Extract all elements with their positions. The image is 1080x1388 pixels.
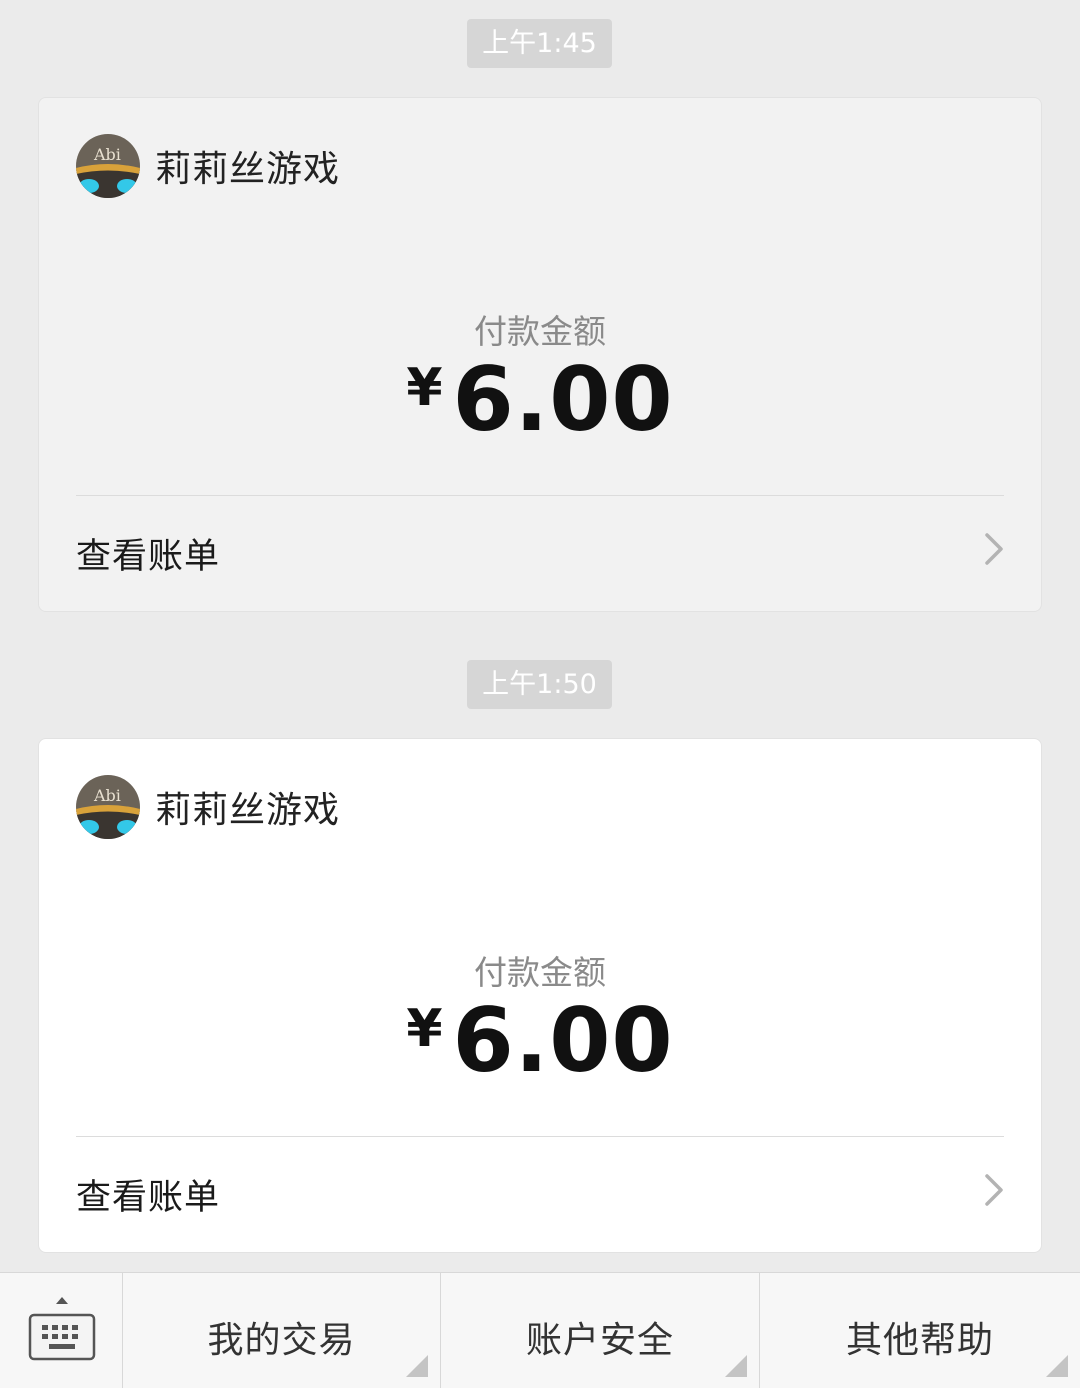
keyboard-toggle-icon bbox=[28, 1297, 96, 1361]
submenu-corner-icon bbox=[1046, 1355, 1068, 1377]
view-bill-label: 查看账单 bbox=[76, 537, 221, 577]
amount-label: 付款金额 bbox=[474, 312, 606, 351]
message-timestamp: 上午1:45 bbox=[467, 19, 612, 68]
currency-symbol: ¥ bbox=[406, 358, 443, 418]
svg-text:Abi: Abi bbox=[93, 786, 121, 805]
payment-amount: ¥6.00 bbox=[39, 989, 1041, 1092]
menu-account-security[interactable]: 账户安全 bbox=[441, 1273, 760, 1388]
view-bill-link[interactable]: 查看账单 bbox=[39, 1137, 1041, 1253]
chevron-right-icon bbox=[985, 533, 1003, 565]
submenu-corner-icon bbox=[406, 1355, 428, 1377]
lilith-games-logo-icon: Abi bbox=[76, 134, 140, 198]
svg-text:Abi: Abi bbox=[93, 145, 121, 164]
menu-other-help[interactable]: 其他帮助 bbox=[760, 1273, 1080, 1388]
payment-chat-screen: 上午1:45 Abi 莉莉丝游戏 付款金额 ¥6.00 查看账单 上午1:50 … bbox=[0, 0, 1080, 1388]
view-bill-link[interactable]: 查看账单 bbox=[39, 496, 1041, 612]
menu-label: 其他帮助 bbox=[845, 1320, 994, 1361]
chevron-right-icon bbox=[985, 1174, 1003, 1206]
menu-my-transactions[interactable]: 我的交易 bbox=[123, 1273, 441, 1388]
currency-symbol: ¥ bbox=[406, 999, 443, 1059]
amount-value: 6.00 bbox=[452, 989, 674, 1092]
merchant-name: 莉莉丝游戏 bbox=[155, 790, 341, 831]
merchant-header: Abi 莉莉丝游戏 bbox=[76, 774, 340, 840]
view-bill-label: 查看账单 bbox=[76, 1178, 221, 1218]
merchant-header: Abi 莉莉丝游戏 bbox=[76, 133, 340, 199]
menu-label: 我的交易 bbox=[207, 1320, 356, 1361]
message-timestamp: 上午1:50 bbox=[467, 660, 612, 709]
merchant-name: 莉莉丝游戏 bbox=[155, 149, 341, 190]
menu-label: 账户安全 bbox=[525, 1320, 674, 1361]
amount-value: 6.00 bbox=[452, 348, 674, 451]
keyboard-toggle-button[interactable] bbox=[0, 1273, 123, 1388]
payment-amount: ¥6.00 bbox=[39, 348, 1041, 451]
payment-notification-card[interactable]: Abi 莉莉丝游戏 付款金额 ¥6.00 查看账单 bbox=[38, 97, 1042, 612]
payment-notification-card[interactable]: Abi 莉莉丝游戏 付款金额 ¥6.00 查看账单 bbox=[38, 738, 1042, 1253]
submenu-corner-icon bbox=[725, 1355, 747, 1377]
bottom-menu-bar: 我的交易 账户安全 其他帮助 bbox=[0, 1272, 1080, 1388]
lilith-games-logo-icon: Abi bbox=[76, 775, 140, 839]
amount-label: 付款金额 bbox=[474, 953, 606, 992]
